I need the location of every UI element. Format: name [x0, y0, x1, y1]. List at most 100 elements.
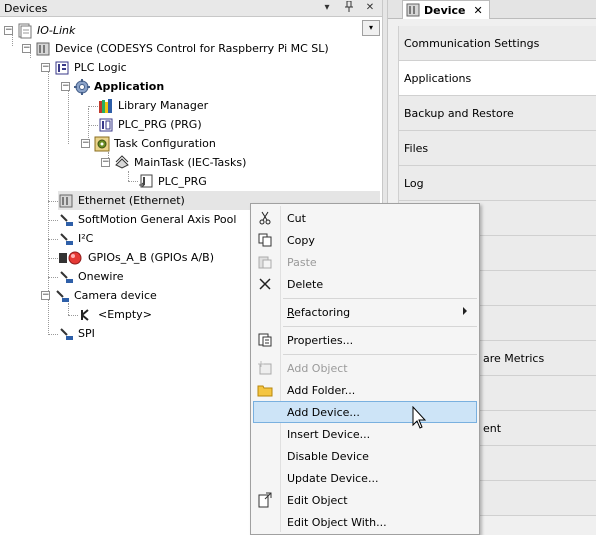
tree-item-i2c[interactable]: I²C	[58, 229, 93, 248]
nav-log[interactable]: Log	[398, 166, 596, 201]
menu-add-folder[interactable]: Add Folder...	[253, 379, 477, 401]
tree-item-io-link[interactable]: − IO-Link	[4, 21, 75, 40]
menu-delete[interactable]: Delete	[253, 273, 477, 295]
tree-item-camera[interactable]: − Camera device	[41, 286, 157, 305]
menu-label: Refactoring	[287, 305, 351, 319]
collapse-icon[interactable]: −	[81, 139, 90, 148]
tree-item-plc-prg[interactable]: PLC_PRG (PRG)	[98, 115, 202, 134]
close-pane-icon[interactable]: ✕	[363, 1, 377, 15]
gpio-error-icon	[58, 250, 84, 266]
collapse-icon[interactable]: −	[41, 291, 50, 300]
menu-label: Insert Device...	[287, 427, 371, 441]
tree-item-application[interactable]: − Application	[61, 77, 164, 96]
tree-item-plc-logic[interactable]: − PLC Logic	[41, 58, 127, 77]
axis-pool-icon	[58, 212, 74, 228]
tree-label: I²C	[78, 232, 94, 245]
program-icon	[98, 117, 114, 133]
tree-item-plc-prg-call[interactable]: PLC_PRG	[138, 172, 207, 191]
folder-icon	[254, 381, 276, 399]
spi-icon	[58, 326, 74, 342]
tab-label: Device	[424, 3, 466, 17]
tab-device[interactable]: Device ✕	[402, 0, 490, 19]
menu-refactoring[interactable]: Refactoring	[253, 301, 477, 323]
tree-label: GPIOs_A_B (GPIOs A/B)	[88, 251, 215, 264]
tree-label: Camera device	[74, 289, 157, 302]
tree-label: PLC_PRG	[158, 175, 207, 188]
paste-icon	[254, 253, 276, 271]
mouse-cursor-icon	[412, 405, 427, 430]
submenu-arrow-icon	[463, 307, 467, 315]
menu-add-object[interactable]: Add Object	[253, 357, 477, 379]
device-icon	[35, 41, 51, 57]
tree-item-empty-slot[interactable]: <Empty>	[78, 305, 152, 324]
tree-label: PLC_PRG (PRG)	[118, 118, 202, 131]
menu-label: Add Device...	[287, 405, 360, 419]
tree-label: SPI	[78, 327, 95, 340]
menu-disable-device[interactable]: Disable Device	[253, 445, 477, 467]
nav-communication-settings[interactable]: Communication Settings	[398, 26, 596, 61]
tree-label: PLC Logic	[74, 61, 127, 74]
menu-properties[interactable]: Properties...	[253, 329, 477, 351]
tree-item-softmotion[interactable]: SoftMotion General Axis Pool	[58, 210, 236, 229]
menu-label: Add Object	[287, 361, 348, 375]
onewire-icon	[58, 269, 74, 285]
nav-backup-restore[interactable]: Backup and Restore	[398, 96, 596, 131]
pin-icon[interactable]	[342, 0, 356, 15]
device-tab-icon	[406, 3, 420, 17]
i2c-icon	[58, 231, 74, 247]
tree-label: Onewire	[78, 270, 124, 283]
tree-item-spi[interactable]: SPI	[58, 324, 95, 343]
menu-edit-object-with[interactable]: Edit Object With...	[253, 511, 477, 533]
menu-label: Copy	[287, 233, 315, 247]
menu-add-device[interactable]: Add Device...	[253, 401, 477, 423]
menu-label: Disable Device	[287, 449, 369, 463]
menu-paste[interactable]: Paste	[253, 251, 477, 273]
scissors-icon	[254, 209, 276, 227]
add-object-icon	[254, 359, 276, 377]
pane-menu-icon[interactable]: ▾	[320, 1, 334, 15]
tree-item-library-manager[interactable]: Library Manager	[98, 96, 208, 115]
collapse-icon[interactable]: −	[22, 44, 31, 53]
close-tab-icon[interactable]: ✕	[474, 4, 483, 17]
copy-icon	[254, 231, 276, 249]
menu-copy[interactable]: Copy	[253, 229, 477, 251]
tree-label: Device (CODESYS Control for Raspberry Pi…	[55, 42, 329, 55]
menu-edit-object[interactable]: Edit Object	[253, 489, 477, 511]
menu-label: Properties...	[287, 333, 354, 347]
context-menu: Cut Copy Paste Delete Refactoring Proper…	[250, 203, 480, 535]
camera-device-icon	[54, 288, 70, 304]
nav-applications[interactable]: Applications	[398, 61, 596, 96]
tree-label: Ethernet (Ethernet)	[78, 194, 185, 207]
menu-label: Edit Object	[287, 493, 348, 507]
tree-label: IO-Link	[37, 24, 76, 37]
menu-label: Add Folder...	[287, 383, 356, 397]
menu-update-device[interactable]: Update Device...	[253, 467, 477, 489]
tree-item-main-task[interactable]: − MainTask (IEC-Tasks)	[101, 153, 246, 172]
library-books-icon	[98, 98, 114, 114]
collapse-icon[interactable]: −	[101, 158, 110, 167]
menu-label: Paste	[287, 255, 317, 269]
edit-object-icon	[254, 491, 276, 509]
tree-label: MainTask (IEC-Tasks)	[134, 156, 247, 169]
tree-dropdown-button[interactable]: ▾	[362, 20, 380, 36]
devices-pane-title: Devices	[4, 2, 48, 15]
tree-item-task-configuration[interactable]: − Task Configuration	[81, 134, 216, 153]
menu-insert-device[interactable]: Insert Device...	[253, 423, 477, 445]
menu-label: Edit Object With...	[287, 515, 387, 529]
collapse-icon[interactable]: −	[61, 82, 70, 91]
nav-files[interactable]: Files	[398, 131, 596, 166]
collapse-icon[interactable]: −	[41, 63, 50, 72]
editor-tabstrip: Device ✕	[388, 0, 596, 19]
tree-label: Library Manager	[118, 99, 209, 112]
menu-label: Cut	[287, 211, 306, 225]
tree-item-device[interactable]: − Device (CODESYS Control for Raspberry …	[22, 39, 329, 58]
collapse-icon[interactable]: −	[4, 26, 13, 35]
plc-logic-icon	[54, 60, 70, 76]
delete-x-icon	[254, 275, 276, 293]
ethernet-device-icon	[58, 193, 74, 209]
tree-item-onewire[interactable]: Onewire	[58, 267, 124, 286]
tree-item-gpios[interactable]: GPIOs_A_B (GPIOs A/B)	[58, 248, 214, 267]
menu-cut[interactable]: Cut	[253, 207, 477, 229]
task-icon	[114, 154, 130, 171]
tree-label: <Empty>	[98, 308, 152, 321]
